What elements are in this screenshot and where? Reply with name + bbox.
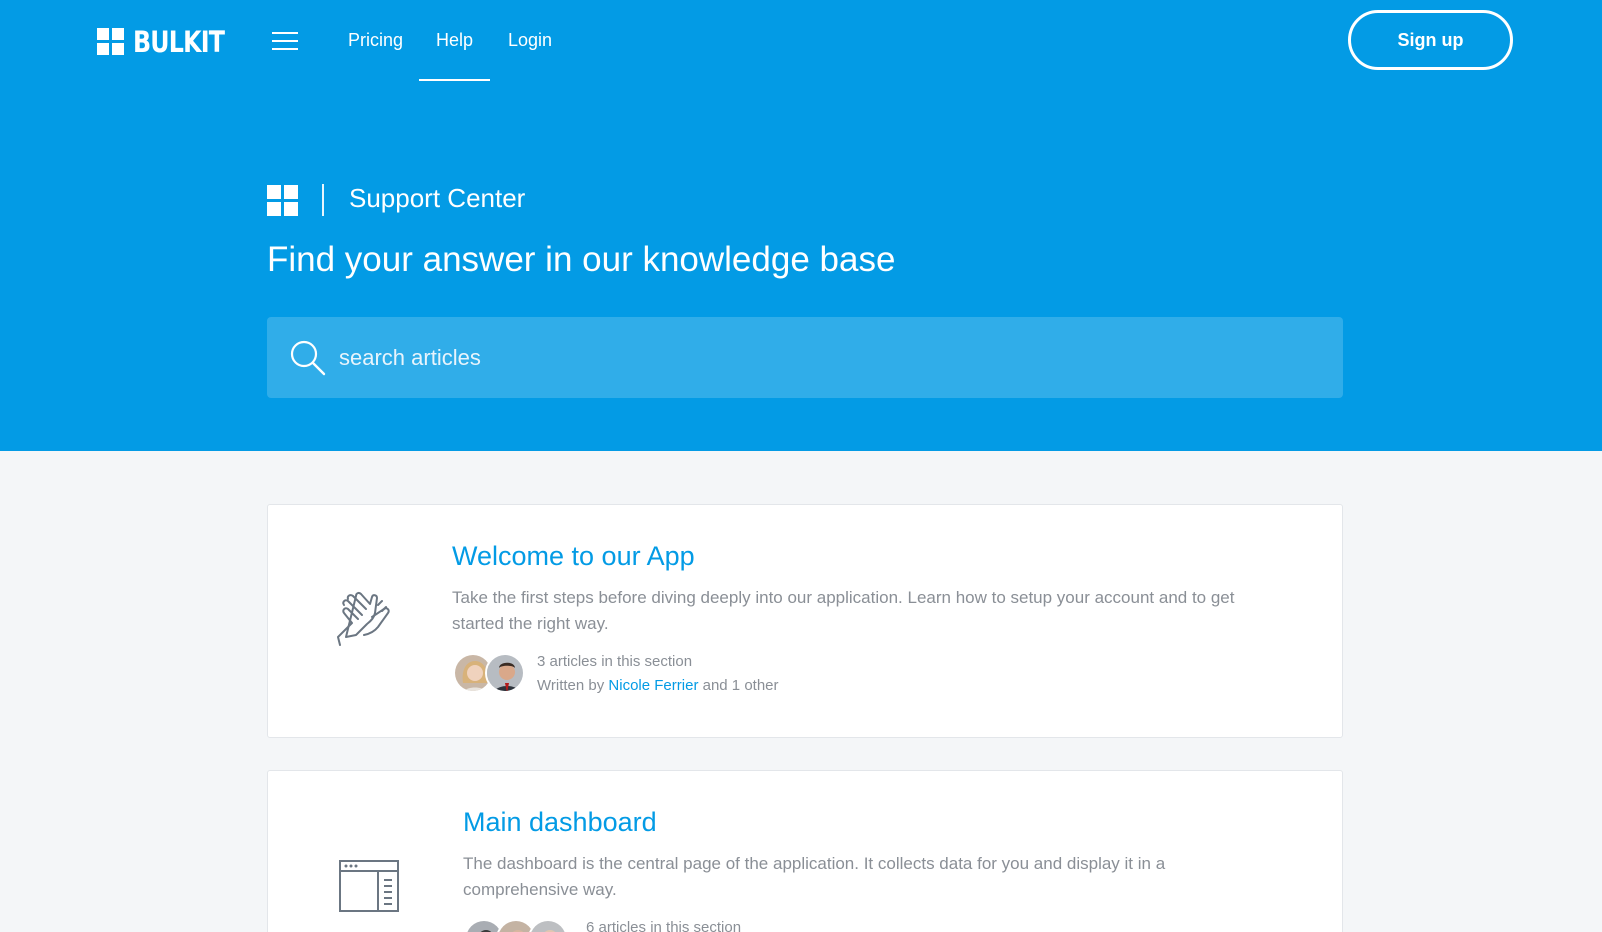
avatar xyxy=(528,919,568,932)
hero-section: BULKIT Pricing Help Login Sign up Suppor… xyxy=(0,0,1602,451)
nav-item-help[interactable]: Help xyxy=(436,30,473,51)
menu-icon[interactable] xyxy=(272,32,298,50)
search-input[interactable] xyxy=(339,317,1319,398)
section-card[interactable]: Main dashboard The dashboard is the cent… xyxy=(267,770,1343,932)
nav-item-pricing[interactable]: Pricing xyxy=(348,30,403,51)
article-count: 3 articles in this section xyxy=(537,653,693,670)
hero-heading: Find your answer in our knowledge base xyxy=(267,240,896,279)
written-by-suffix: and 1 other xyxy=(702,677,779,694)
header-divider xyxy=(322,184,324,216)
support-grid-icon xyxy=(267,185,298,216)
nav-item-login[interactable]: Login xyxy=(508,30,552,51)
author-avatars xyxy=(453,653,525,693)
written-by-prefix: Written by xyxy=(537,677,605,694)
author-link[interactable]: Nicole Ferrier xyxy=(608,677,698,694)
author-avatars xyxy=(464,919,568,932)
search-icon[interactable] xyxy=(289,339,327,377)
section-title[interactable]: Main dashboard xyxy=(463,807,657,838)
clapping-hands-icon xyxy=(337,591,390,646)
section-title[interactable]: Welcome to our App xyxy=(452,541,695,572)
article-count: 6 articles in this section xyxy=(586,919,742,932)
brand-name: BULKIT xyxy=(133,25,225,59)
nav-active-indicator xyxy=(419,79,490,81)
support-center-title: Support Center xyxy=(349,183,526,213)
logo-grid-icon xyxy=(97,28,125,56)
search-bar xyxy=(267,317,1343,398)
brand-logo[interactable]: BULKIT xyxy=(97,25,244,59)
section-card[interactable]: Welcome to our App Take the first steps … xyxy=(267,504,1343,738)
avatar xyxy=(485,653,525,693)
section-description: Take the first steps before diving deepl… xyxy=(452,588,1235,633)
signup-button[interactable]: Sign up xyxy=(1348,10,1513,70)
written-by-line: Written by Nicole Ferrier and 1 other xyxy=(537,677,779,694)
section-description: The dashboard is the central page of the… xyxy=(463,854,1166,899)
dashboard-window-icon xyxy=(339,860,399,912)
